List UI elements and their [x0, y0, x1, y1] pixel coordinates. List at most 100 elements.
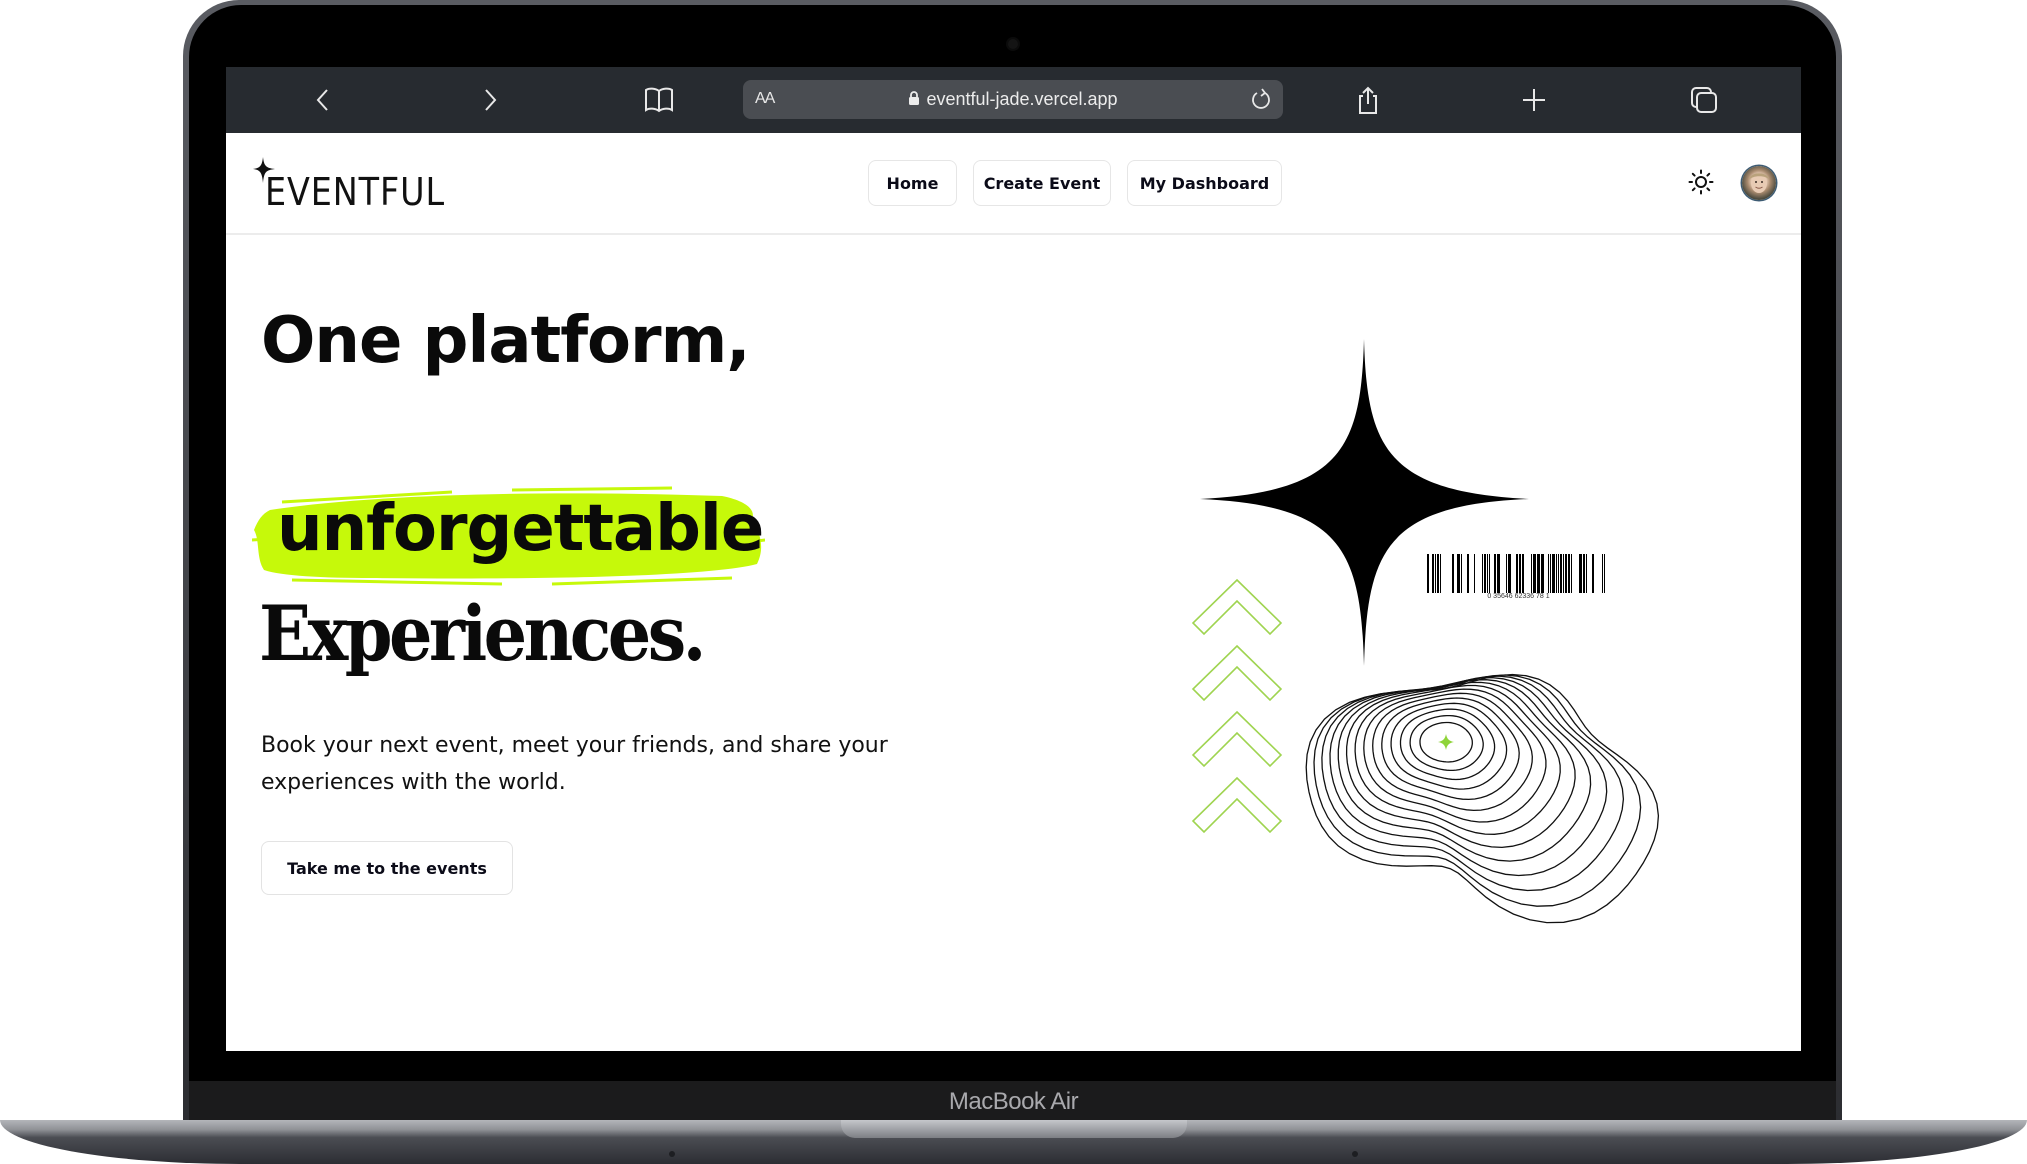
barcode-bar — [1548, 554, 1549, 593]
address-bar[interactable]: AA eventful-jade.vercel.app — [743, 80, 1283, 119]
barcode-bar — [1494, 554, 1496, 593]
back-icon — [316, 89, 328, 111]
take-me-to-events-button[interactable]: Take me to the events — [261, 841, 513, 895]
barcode-bar — [1427, 554, 1429, 593]
forward-icon — [485, 89, 497, 111]
barcode-bar — [1563, 554, 1564, 593]
eventful-logo[interactable]: EVENTFUL — [253, 157, 470, 211]
nav-create-event-label: Create Event — [983, 173, 1101, 193]
contour-ring — [1381, 697, 1520, 801]
barcode-bar — [1579, 554, 1582, 593]
barcode-number: 0 35646 62336 78 1 — [1487, 593, 1550, 600]
avatar-face-icon — [1749, 173, 1769, 193]
barcode-bar — [1552, 554, 1555, 593]
contour-ring — [1329, 676, 1608, 877]
topographic-contours — [1305, 673, 1660, 924]
back-button[interactable] — [307, 84, 339, 116]
reload-icon[interactable] — [1249, 87, 1273, 113]
nav-create-event[interactable]: Create Event — [973, 160, 1111, 206]
barcode-bar — [1602, 554, 1603, 593]
laptop-foot — [669, 1151, 675, 1157]
contour-ring — [1345, 681, 1576, 849]
barcode-bar — [1533, 554, 1536, 593]
tabs-overview-button[interactable] — [1688, 84, 1720, 116]
hero-headline-line3: Experiences. — [259, 589, 706, 678]
barcode-bar — [1522, 554, 1524, 593]
barcode-bar — [1457, 554, 1460, 593]
barcode-bar — [1489, 554, 1490, 593]
share-icon — [1359, 86, 1377, 114]
contour-ring — [1321, 675, 1625, 892]
nav-my-dashboard[interactable]: My Dashboard — [1127, 160, 1282, 206]
barcode-bar — [1484, 554, 1486, 593]
barcode-bar — [1440, 554, 1441, 593]
hero-headline-line1: One platform, — [261, 304, 751, 378]
barcode-bar — [1560, 554, 1562, 593]
barcode-bar — [1432, 554, 1434, 593]
barcode-bar — [1467, 554, 1469, 593]
contour-ring — [1313, 674, 1642, 907]
browser-window: AA eventful-jade.vercel.app EVENTFUL Hom… — [226, 67, 1801, 1051]
four-point-star-icon — [1200, 339, 1529, 666]
barcode-bar — [1508, 554, 1511, 593]
barcode-bar — [1487, 554, 1488, 593]
hero-subtitle: Book your next event, meet your friends,… — [261, 733, 888, 795]
contour-ring — [1305, 673, 1660, 924]
nav-home-label: Home — [886, 173, 939, 193]
camera-icon — [1008, 39, 1018, 49]
share-button[interactable] — [1352, 84, 1384, 116]
barcode-bar — [1435, 554, 1436, 593]
site-header: EVENTFUL Home Create Event My Dashboard — [226, 133, 1801, 235]
chevron-stack — [1191, 578, 1283, 834]
barcode-bar — [1461, 554, 1462, 593]
barcode-bar — [1516, 554, 1518, 593]
barcode-bar — [1592, 554, 1594, 593]
url-text: eventful-jade.vercel.app — [926, 89, 1118, 109]
barcode-bar — [1565, 554, 1567, 593]
theme-toggle-button[interactable] — [1686, 167, 1716, 197]
barcode — [1427, 554, 1605, 593]
contour-ring — [1390, 702, 1508, 790]
nav-my-dashboard-label: My Dashboard — [1139, 173, 1270, 193]
nav-home[interactable]: Home — [868, 160, 957, 206]
bookmarks-button[interactable] — [643, 84, 675, 116]
barcode-bar — [1531, 554, 1532, 593]
barcode-bar — [1452, 554, 1454, 593]
logo-text: EVENTFUL — [265, 170, 445, 214]
cta-label: Take me to the events — [287, 858, 487, 878]
browser-toolbar: AA eventful-jade.vercel.app — [226, 67, 1801, 133]
laptop-foot — [1352, 1151, 1358, 1157]
barcode-bar — [1550, 554, 1551, 593]
contour-ring — [1372, 692, 1533, 812]
barcode-bar — [1586, 554, 1587, 593]
barcode-bar — [1519, 554, 1521, 593]
chevron-up-icon — [1191, 578, 1283, 636]
barcode-bar — [1541, 554, 1544, 593]
new-tab-icon — [1523, 89, 1545, 111]
bookmarks-icon — [645, 87, 673, 113]
tabs-icon — [1691, 87, 1717, 113]
chevron-up-icon — [1191, 776, 1283, 834]
barcode-bar — [1506, 554, 1507, 593]
chevron-up-icon — [1191, 644, 1283, 702]
contour-ring — [1399, 708, 1496, 781]
contour-ring — [1363, 688, 1547, 823]
new-tab-button[interactable] — [1518, 84, 1550, 116]
chevron-up-icon — [1191, 710, 1283, 768]
lock-icon — [909, 91, 920, 105]
sun-icon — [1688, 169, 1714, 195]
barcode-bar — [1437, 554, 1439, 593]
contour-ring — [1337, 679, 1592, 862]
barcode-bar — [1556, 554, 1557, 593]
hero-headline-highlight: unforgettable — [277, 492, 764, 566]
contour-ring — [1409, 714, 1484, 772]
barcode-bar — [1583, 554, 1585, 593]
contour-ring — [1419, 721, 1473, 763]
device-model-label: MacBook Air — [948, 1088, 1079, 1115]
barcode-bar — [1604, 554, 1605, 593]
contour-ring — [1354, 684, 1561, 835]
barcode-bar — [1537, 554, 1540, 593]
user-avatar[interactable] — [1742, 166, 1776, 200]
barcode-bar — [1571, 554, 1572, 593]
forward-button[interactable] — [474, 84, 506, 116]
